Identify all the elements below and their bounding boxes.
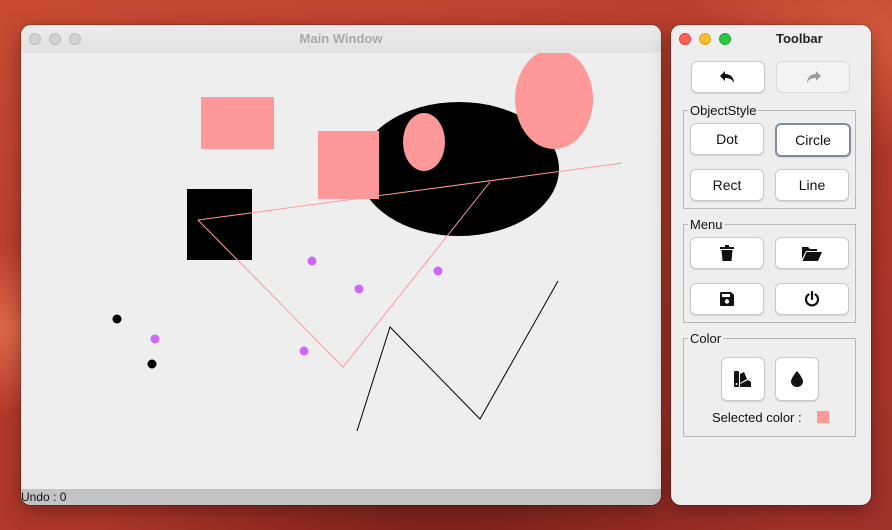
clear-button[interactable] xyxy=(690,237,764,269)
object-style-legend: ObjectStyle xyxy=(688,103,759,118)
pink-rect-shape-2[interactable] xyxy=(318,131,379,199)
rect-style-button[interactable]: Rect xyxy=(690,169,764,201)
pink-ellipse-small-shape[interactable] xyxy=(403,113,445,171)
dot-style-label: Dot xyxy=(716,131,738,147)
main-window-title: Main Window xyxy=(299,31,383,46)
droplet-button[interactable] xyxy=(775,357,819,401)
palette-icon xyxy=(734,371,751,387)
line-style-label: Line xyxy=(798,177,826,193)
selected-color-label: Selected color : xyxy=(712,410,802,425)
pink-ellipse-large-shape[interactable] xyxy=(515,53,593,149)
redo-icon xyxy=(807,71,821,83)
pink-rect-shape-1[interactable] xyxy=(201,97,274,149)
main-window: Main Window Undo: 0 xyxy=(21,25,661,505)
circle-style-button[interactable]: Circle xyxy=(775,123,851,157)
undo-count-label: Undo : 0 xyxy=(21,490,67,504)
circle-style-label: Circle xyxy=(795,132,831,148)
undo-button[interactable] xyxy=(691,61,765,93)
power-icon xyxy=(804,291,820,307)
folder-open-icon xyxy=(802,246,822,261)
black-dot-2[interactable] xyxy=(147,359,157,369)
redo-button[interactable] xyxy=(776,61,850,93)
toolbar-window-title: Toolbar xyxy=(776,31,823,46)
save-button[interactable] xyxy=(690,283,764,315)
purple-dot-1[interactable] xyxy=(307,256,317,266)
black-rect-shape[interactable] xyxy=(187,189,252,260)
toolbar-zoom-button[interactable] xyxy=(719,33,731,45)
purple-dot-5[interactable] xyxy=(299,346,309,356)
toolbar-close-button[interactable] xyxy=(679,33,691,45)
drawing-surface xyxy=(112,53,623,432)
toolbar-minimize-button[interactable] xyxy=(699,33,711,45)
undo-status-bar: Undo : 0 xyxy=(21,489,661,505)
drawing-canvas[interactable] xyxy=(21,53,661,489)
purple-dot-3[interactable] xyxy=(433,266,443,276)
toolbar-window-titlebar[interactable]: Toolbar xyxy=(671,25,871,53)
dot-style-button[interactable]: Dot xyxy=(690,123,764,155)
purple-dot-2[interactable] xyxy=(354,284,364,294)
undo-icon xyxy=(720,71,734,83)
line-style-button[interactable]: Line xyxy=(775,169,849,201)
main-window-titlebar[interactable]: Main Window xyxy=(21,25,661,54)
purple-dot-4[interactable] xyxy=(150,334,160,344)
palette-button[interactable] xyxy=(721,357,765,401)
rect-style-label: Rect xyxy=(712,177,742,193)
color-legend: Color xyxy=(688,331,724,346)
quit-button[interactable] xyxy=(775,283,849,315)
black-line-path[interactable] xyxy=(356,280,559,432)
toolbar-window: Toolbar ObjectStyle Dot Circle Rect Line… xyxy=(671,25,871,505)
selected-color-swatch xyxy=(817,411,829,423)
menu-legend: Menu xyxy=(688,217,725,232)
open-button[interactable] xyxy=(775,237,849,269)
droplet-icon xyxy=(791,371,803,387)
floppy-disk-icon xyxy=(720,292,734,306)
trash-icon xyxy=(720,245,734,261)
black-dot-1[interactable] xyxy=(112,314,122,324)
